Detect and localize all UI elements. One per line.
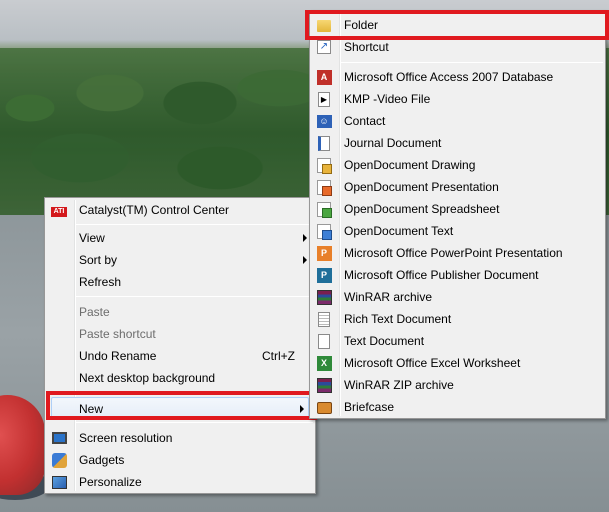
keyboard-shortcut: Ctrl+Z	[262, 349, 295, 363]
submenu-item-contact[interactable]: ☺ Contact	[312, 110, 603, 132]
menu-item-label: Paste	[79, 305, 110, 319]
menu-item-gadgets[interactable]: Gadgets	[47, 449, 313, 471]
publisher-glyph: P	[316, 267, 332, 283]
menu-separator	[75, 422, 313, 423]
access-glyph: A	[316, 69, 332, 85]
menu-item-label: Microsoft Office Publisher Document	[344, 268, 539, 282]
winrar-icon	[316, 289, 332, 305]
journal-icon	[316, 135, 332, 151]
excel-glyph: X	[316, 355, 332, 371]
menu-item-label: Gadgets	[79, 453, 125, 467]
menu-item-next-desktop-background[interactable]: Next desktop background	[47, 367, 313, 389]
personalize-icon	[51, 474, 67, 490]
menu-item-label: Contact	[344, 114, 386, 128]
menu-separator	[75, 296, 313, 297]
new-submenu: Folder ↗ Shortcut A Microsoft Office Acc…	[309, 10, 606, 419]
menu-item-label: Text Document	[344, 334, 425, 348]
access-icon: A	[316, 69, 332, 85]
submenu-arrow-icon	[303, 256, 307, 264]
menu-item-label: WinRAR archive	[344, 290, 433, 304]
menu-item-label: Microsoft Office Excel Worksheet	[344, 356, 521, 370]
ods-icon	[316, 201, 332, 218]
menu-item-refresh[interactable]: Refresh	[47, 271, 313, 293]
menu-item-label: Next desktop background	[79, 371, 216, 385]
shortcut-arrow-glyph: ↗	[317, 40, 331, 54]
text-doc-icon	[316, 333, 332, 349]
menu-item-screen-resolution[interactable]: Screen resolution	[47, 427, 313, 449]
menu-item-label: Journal Document	[344, 136, 442, 150]
submenu-item-winrar[interactable]: WinRAR archive	[312, 286, 603, 308]
menu-item-label: Microsoft Office Access 2007 Database	[344, 70, 554, 84]
menu-item-label: Catalyst(TM) Control Center	[79, 203, 230, 217]
odg-icon	[316, 157, 332, 174]
menu-item-label: Undo Rename	[79, 349, 157, 363]
rtf-icon	[316, 311, 332, 327]
contact-glyph: ☺	[316, 114, 332, 128]
submenu-item-publisher[interactable]: P Microsoft Office Publisher Document	[312, 264, 603, 286]
menu-item-label: Personalize	[79, 475, 142, 489]
monitor-icon	[51, 430, 67, 446]
excel-icon: X	[316, 355, 332, 371]
menu-item-label: OpenDocument Drawing	[344, 158, 476, 172]
menu-item-label: Microsoft Office PowerPoint Presentation	[344, 246, 563, 260]
publisher-icon: P	[316, 267, 332, 283]
video-glyph: ▶	[318, 91, 330, 107]
menu-item-label: Shortcut	[344, 40, 389, 54]
odt-icon	[316, 223, 332, 240]
menu-item-label: Screen resolution	[79, 431, 173, 445]
menu-item-sort-by[interactable]: Sort by	[47, 249, 313, 271]
powerpoint-glyph: P	[316, 245, 332, 261]
submenu-item-rich-text[interactable]: Rich Text Document	[312, 308, 603, 330]
odp-icon	[316, 179, 332, 196]
shortcut-icon: ↗	[316, 39, 332, 55]
menu-separator	[75, 224, 313, 225]
menu-separator	[340, 62, 603, 63]
contact-icon: ☺	[316, 113, 332, 129]
menu-item-label: Rich Text Document	[344, 312, 452, 326]
gadgets-icon	[51, 452, 67, 468]
powerpoint-icon: P	[316, 245, 332, 261]
submenu-item-od-presentation[interactable]: OpenDocument Presentation	[312, 176, 603, 198]
menu-item-undo-rename[interactable]: Undo Rename Ctrl+Z	[47, 345, 313, 367]
menu-item-view[interactable]: View	[47, 227, 313, 249]
ati-icon: ATI	[51, 202, 67, 218]
menu-item-label: Refresh	[79, 275, 122, 289]
menu-item-label: WinRAR ZIP archive	[344, 378, 454, 392]
winrar-zip-icon	[316, 377, 332, 393]
submenu-arrow-icon	[303, 234, 307, 242]
menu-item-label: Sort by	[79, 253, 118, 267]
submenu-item-powerpoint[interactable]: P Microsoft Office PowerPoint Presentati…	[312, 242, 603, 264]
submenu-item-od-spreadsheet[interactable]: OpenDocument Spreadsheet	[312, 198, 603, 220]
video-file-icon: ▶	[316, 91, 332, 107]
menu-item-label: Paste shortcut	[79, 327, 156, 341]
menu-item-paste[interactable]: Paste	[47, 301, 313, 323]
submenu-item-journal[interactable]: Journal Document	[312, 132, 603, 154]
highlight-box-new	[46, 391, 317, 420]
submenu-item-access-database[interactable]: A Microsoft Office Access 2007 Database	[312, 66, 603, 88]
highlight-box-folder	[305, 10, 609, 40]
submenu-item-excel[interactable]: X Microsoft Office Excel Worksheet	[312, 352, 603, 374]
menu-item-label: View	[79, 231, 105, 245]
menu-item-paste-shortcut[interactable]: Paste shortcut	[47, 323, 313, 345]
submenu-item-od-text[interactable]: OpenDocument Text	[312, 220, 603, 242]
desktop-context-menu: ATI Catalyst(TM) Control Center View Sor…	[44, 197, 316, 494]
submenu-item-od-drawing[interactable]: OpenDocument Drawing	[312, 154, 603, 176]
menu-item-personalize[interactable]: Personalize	[47, 471, 313, 493]
menu-item-label: OpenDocument Text	[344, 224, 454, 238]
briefcase-icon	[316, 399, 332, 415]
menu-item-catalyst[interactable]: ATI Catalyst(TM) Control Center	[47, 199, 313, 221]
menu-item-label: OpenDocument Presentation	[344, 180, 499, 194]
menu-item-label: Briefcase	[344, 400, 395, 414]
submenu-item-briefcase[interactable]: Briefcase	[312, 396, 603, 418]
submenu-item-winrar-zip[interactable]: WinRAR ZIP archive	[312, 374, 603, 396]
menu-item-label: OpenDocument Spreadsheet	[344, 202, 500, 216]
submenu-item-text-document[interactable]: Text Document	[312, 330, 603, 352]
ati-logo-text: ATI	[51, 206, 67, 217]
submenu-item-kmp-video[interactable]: ▶ KMP -Video File	[312, 88, 603, 110]
menu-item-label: KMP -Video File	[344, 92, 431, 106]
